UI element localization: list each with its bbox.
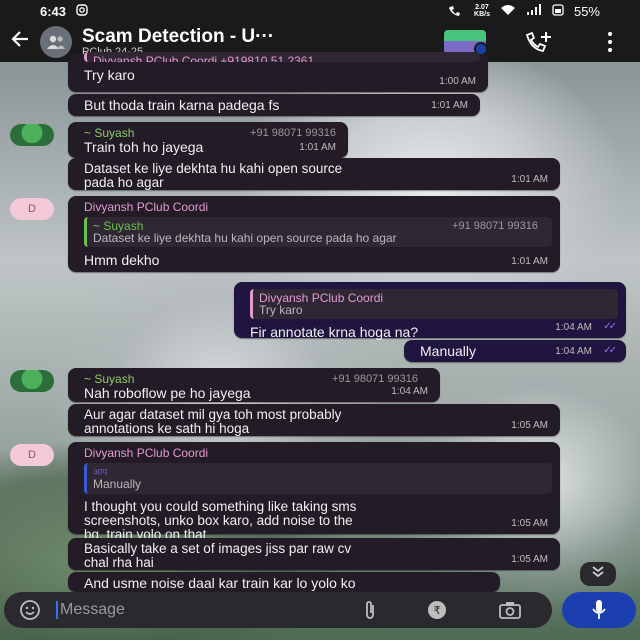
message-text: But thoda train karna padega fs [84, 97, 280, 113]
message-bubble[interactable]: ~ Suyash +91 98071 99316 Train toh ho ja… [68, 122, 348, 158]
message-bubble[interactable]: Basically take a set of images jiss par … [68, 538, 560, 570]
message-text: Basically take a set of images jiss par … [84, 541, 352, 570]
quoted-phone: +91 98071 99316 [452, 220, 538, 232]
read-receipt-icon: ✓✓ [603, 321, 617, 332]
more-options-icon[interactable] [600, 30, 620, 54]
message-text: Try karo [84, 67, 135, 83]
message-text: Nah roboflow pe ho jayega [84, 385, 251, 401]
message-bubble-outgoing[interactable]: Divyansh PClub Coordi Try karo Fir annot… [234, 282, 626, 339]
message-time: 1:04 AM [391, 386, 428, 397]
battery-percent: 55% [573, 3, 600, 19]
message-text: Dataset ke liye dekhta hu kahi open sour… [84, 161, 343, 190]
chat-title: Scam Detection - U··· [82, 26, 275, 47]
avatar-letter: D [28, 203, 36, 215]
instagram-notification-icon [76, 3, 88, 19]
battery-icon [552, 3, 564, 19]
group-avatar[interactable] [40, 26, 72, 58]
avatar-letter: D [28, 449, 36, 461]
quoted-sender: Divyansh PClub Coordi +919810 51 2361 [93, 54, 315, 62]
sender-name[interactable]: Divyansh PClub Coordi [84, 446, 552, 460]
message-bubble[interactable]: Aur agar dataset mil gya toh most probab… [68, 404, 560, 436]
message-text: Hmm dekho [84, 252, 160, 268]
read-receipt-icon: ✓✓ [603, 345, 617, 356]
quoted-sender: Divyansh PClub Coordi [259, 291, 384, 305]
wifi-calling-icon [448, 4, 464, 19]
status-bar: 6:43 2.07 KB/s 55% [0, 0, 640, 22]
message-time: 1:04 AM [555, 346, 592, 357]
net-speed-value: 2.07 [475, 4, 489, 11]
message-bubble[interactable]: Divyansh PClub Coordi आप Manually I thou… [68, 442, 560, 542]
attach-icon[interactable] [360, 600, 380, 625]
microphone-icon [592, 600, 606, 619]
message-text: And usme noise daal kar train kar lo yol… [84, 575, 356, 591]
message-time: 1:01 AM [511, 256, 548, 267]
quoted-message[interactable]: ~ Suyash +91 98071 99316 Dataset ke liye… [84, 217, 552, 247]
message-bubble[interactable]: Dataset ke liye dekhta hu kahi open sour… [68, 158, 560, 190]
quoted-message[interactable]: आप Manually [84, 463, 552, 494]
payment-rupee-icon[interactable]: ₹ [426, 600, 448, 625]
quoted-text: Dataset ke liye dekhta hu kahi open sour… [93, 231, 397, 245]
voice-message-button[interactable] [562, 592, 636, 628]
message-composer: ₹ [4, 592, 552, 628]
wifi-icon [500, 4, 516, 19]
add-call-icon[interactable] [524, 30, 554, 59]
quoted-message: Divyansh PClub Coordi +919810 51 2361 [84, 52, 480, 62]
message-time: 1:04 AM [555, 322, 592, 333]
signal-icon [526, 3, 542, 19]
message-bubble[interactable]: And usme noise daal kar train kar lo yol… [68, 572, 500, 592]
message-time: 1:01 AM [431, 100, 468, 111]
message-time: 1:05 AM [511, 554, 548, 565]
message-bubble[interactable]: But thoda train karna padega fs 1:01 AM [68, 94, 480, 116]
message-time: 1:01 AM [299, 142, 336, 153]
back-arrow-icon[interactable] [0, 29, 40, 55]
quoted-message[interactable]: Divyansh PClub Coordi Try karo [250, 289, 618, 319]
avatar-divyansh[interactable]: D [10, 198, 54, 220]
emoji-icon[interactable] [4, 599, 56, 621]
active-call-thumbnail[interactable] [444, 30, 488, 56]
avatar-suyash[interactable] [10, 124, 54, 146]
quoted-sender: आप [93, 467, 108, 477]
message-text: Aur agar dataset mil gya toh most probab… [84, 407, 342, 436]
quoted-text: Manually [93, 477, 142, 491]
net-speed-unit: KB/s [474, 11, 490, 18]
message-bubble[interactable]: ~ Suyash +91 98071 99316 Nah roboflow pe… [68, 368, 440, 402]
sender-name[interactable]: Divyansh PClub Coordi [84, 200, 552, 214]
message-time: 1:05 AM [511, 518, 548, 529]
avatar-divyansh[interactable]: D [10, 444, 54, 466]
camera-icon[interactable] [498, 600, 522, 625]
svg-text:₹: ₹ [434, 604, 441, 617]
sender-phone: +91 98071 99316 [250, 127, 336, 139]
net-speed: 2.07 KB/s [474, 4, 490, 18]
message-bubble[interactable]: Divyansh PClub Coordi ~ Suyash +91 98071… [68, 196, 560, 272]
message-text: I thought you could something like takin… [84, 499, 357, 542]
sender-phone: +91 98071 99316 [332, 373, 418, 385]
status-time: 6:43 [40, 3, 67, 19]
double-chevron-down-icon [592, 566, 604, 578]
message-input[interactable] [56, 601, 326, 619]
quoted-text: Try karo [259, 303, 303, 317]
message-bubble[interactable]: Divyansh PClub Coordi +919810 51 2361 Tr… [68, 52, 488, 92]
message-time: 1:05 AM [511, 420, 548, 431]
message-bubble-outgoing[interactable]: Manually 1:04 AM ✓✓ [404, 340, 626, 362]
avatar-suyash[interactable] [10, 370, 54, 392]
message-time: 1:01 AM [511, 174, 548, 185]
message-time: 1:00 AM [439, 76, 476, 87]
scroll-to-bottom-button[interactable] [580, 562, 616, 586]
group-icon [47, 35, 65, 49]
